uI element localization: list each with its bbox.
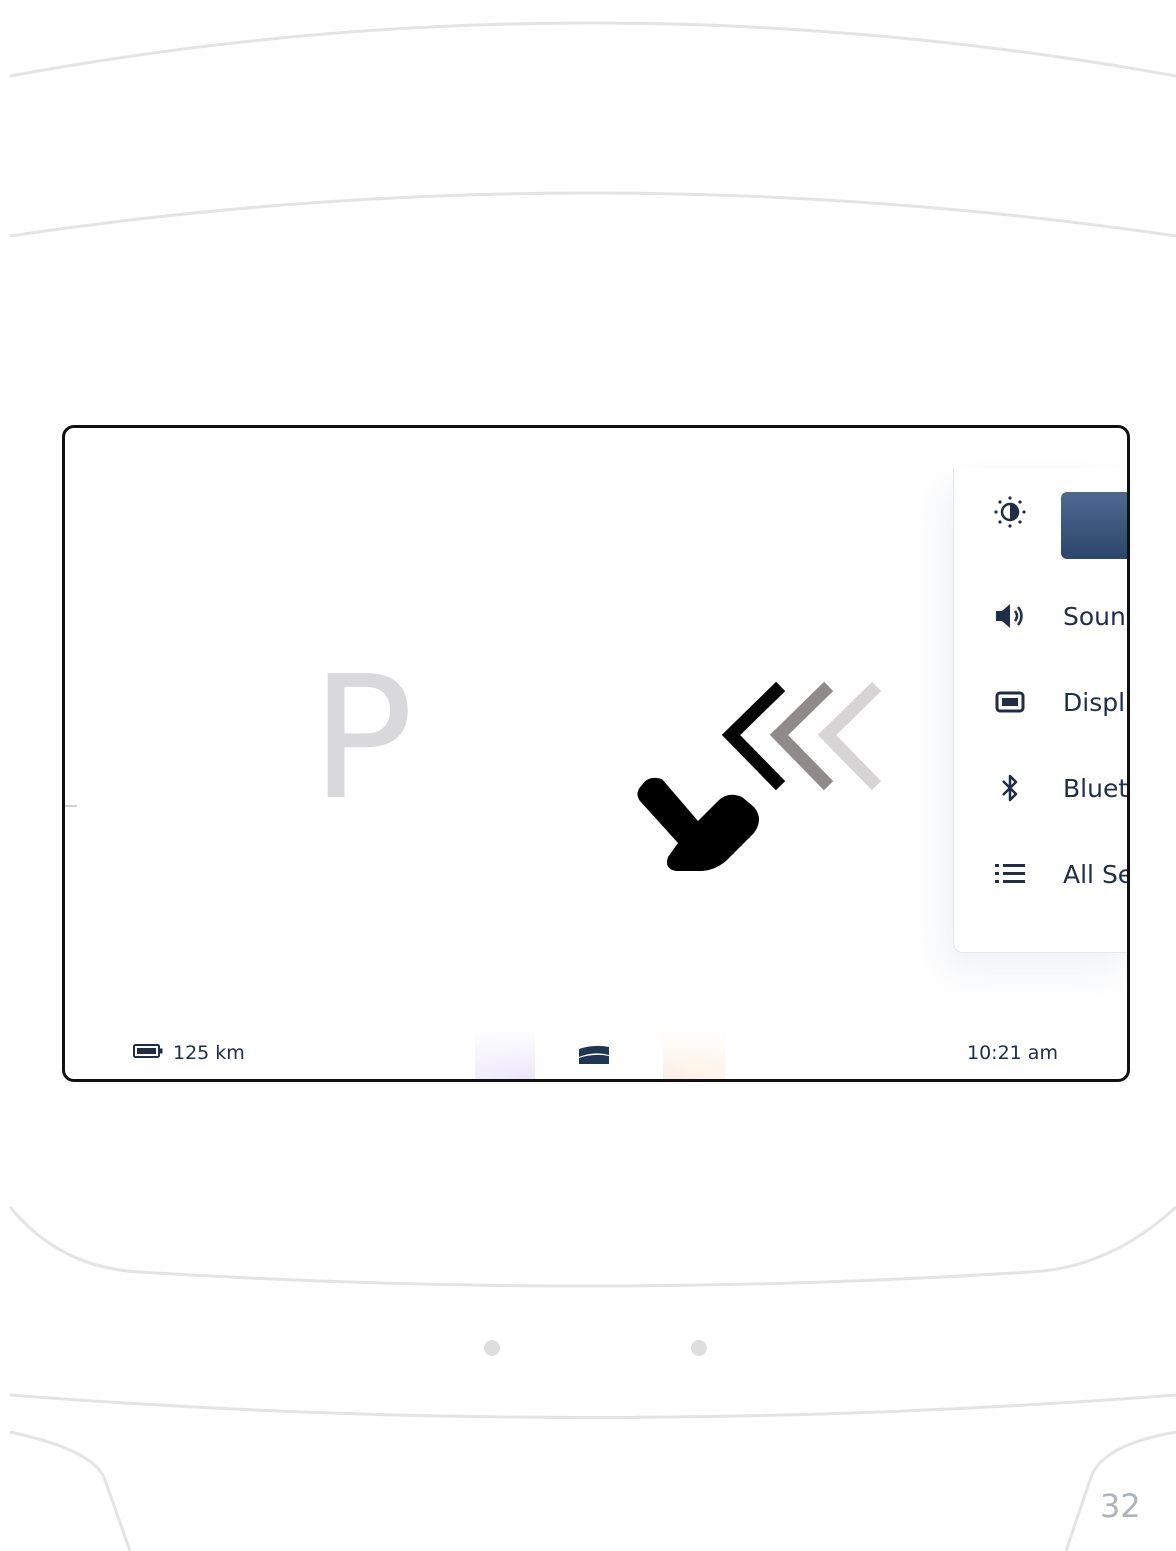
bluetooth-label: Bluet [1063,773,1129,803]
list-icon [992,858,1028,890]
speaker-icon [992,600,1028,632]
display-icon [992,686,1028,718]
all-settings-label: All Se [1063,859,1130,889]
range-indicator: 125 km [133,1042,245,1064]
range-text: 125 km [173,1042,245,1064]
touchscreen[interactable]: P Soun Displ Bluet All Se 125 km 10:21 a… [62,425,1130,1082]
dashboard-dot-left [484,1340,500,1356]
quick-settings-panel: Soun Displ Bluet All Se [953,468,1130,953]
edge-marker [65,805,77,807]
vehicle-icon [577,1045,611,1071]
quick-setting-display[interactable]: Displ [954,672,1127,732]
quick-setting-sound[interactable]: Soun [954,586,1127,646]
page-number: 32 [1100,1487,1141,1525]
gear-indicator: P [311,640,414,838]
dashboard-dot-right [691,1340,707,1356]
vehicle-button[interactable] [577,1043,613,1071]
battery-icon [133,1043,163,1063]
quick-setting-brightness[interactable] [954,482,1127,559]
display-label: Displ [1063,687,1126,717]
clock: 10:21 am [967,1042,1058,1064]
status-bar: 125 km 10:21 am [65,1018,1127,1079]
quick-setting-all-settings[interactable]: All Se [954,844,1130,904]
quick-setting-bluetooth[interactable]: Bluet [954,758,1129,818]
brightness-icon [992,496,1028,528]
sound-label: Soun [1063,601,1126,631]
bluetooth-icon [992,772,1028,804]
brightness-slider[interactable] [1061,492,1127,559]
swipe-left-hand-icon [637,681,882,871]
